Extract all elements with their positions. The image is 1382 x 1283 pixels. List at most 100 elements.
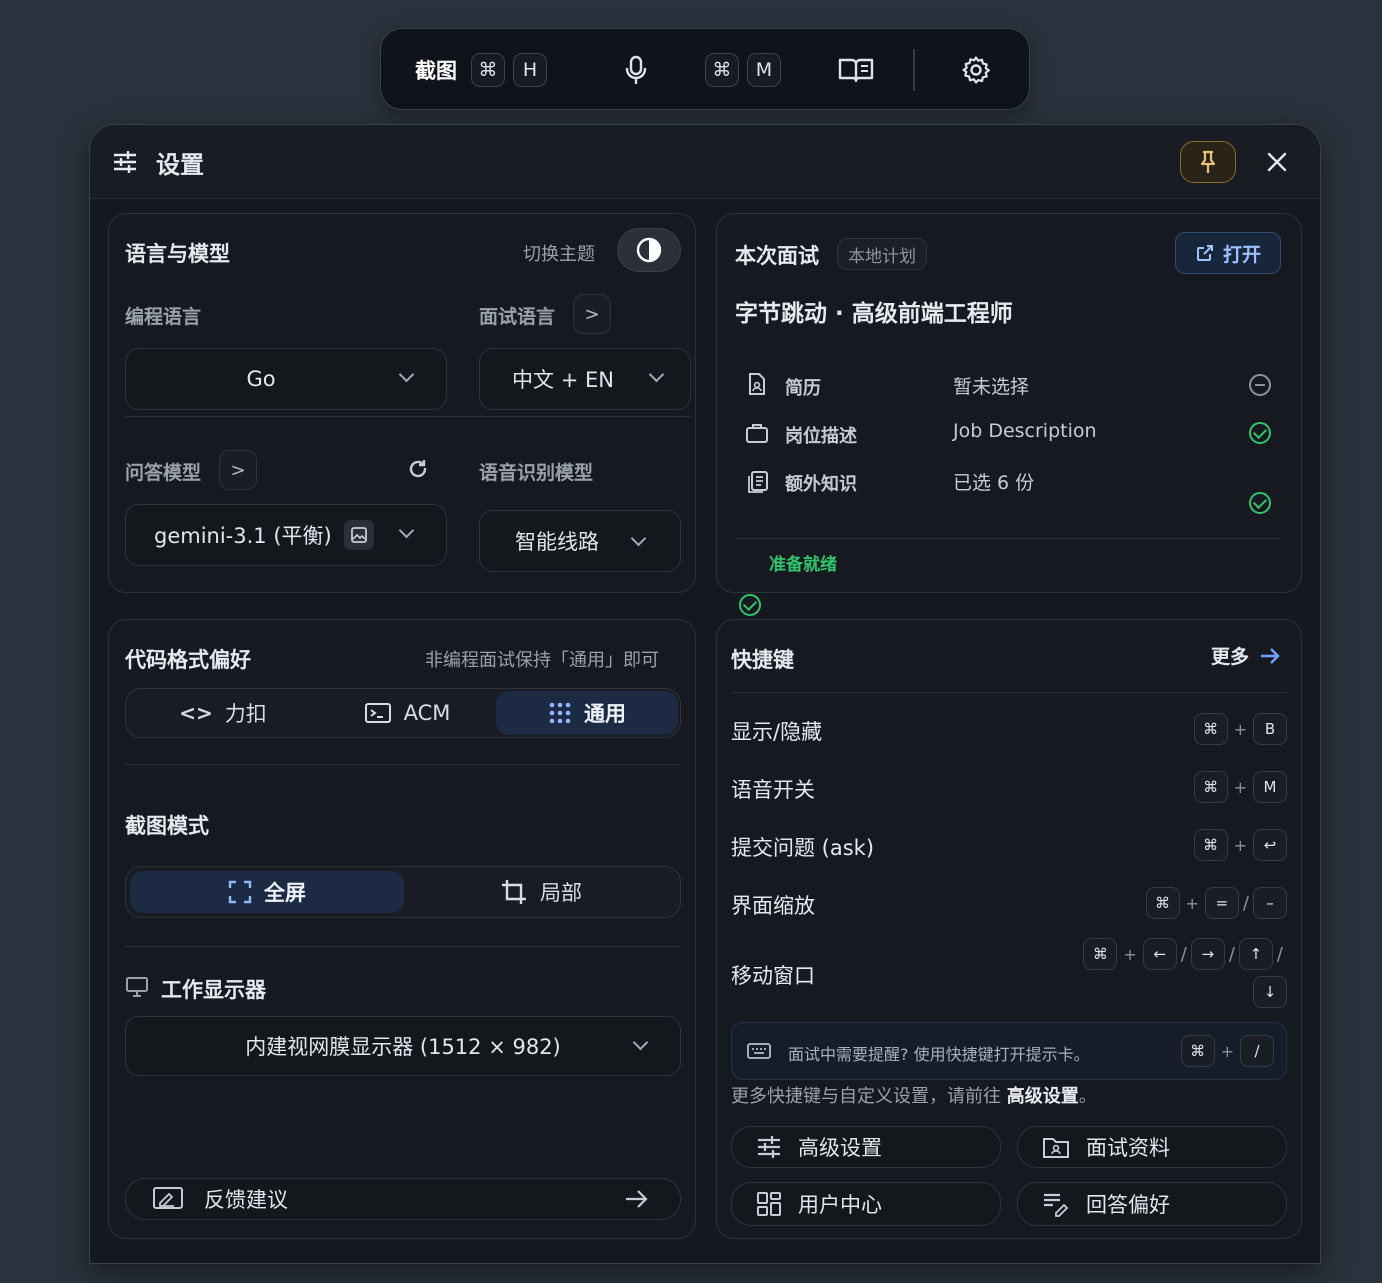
code-format-general[interactable]: 通用 xyxy=(496,691,678,735)
open-button[interactable]: 打开 xyxy=(1175,232,1281,274)
interview-card: 本次面试 本地计划 打开 字节跳动 · 高级前端工程师 简历 暂未选择 岗位描述… xyxy=(716,213,1302,616)
refresh-icon[interactable] xyxy=(407,458,429,484)
screenshot-label[interactable]: 截图 xyxy=(415,55,457,85)
arrow-right-icon xyxy=(1261,647,1280,664)
screenshot-group[interactable]: 截图 ⌘ H xyxy=(415,29,547,111)
pin-button[interactable] xyxy=(1180,141,1236,183)
book-icon[interactable] xyxy=(837,29,875,111)
section-divider xyxy=(125,764,681,765)
close-icon xyxy=(1267,152,1287,172)
shortcuts-card: 快捷键 更多 显示/隐藏 ⌘ + B 语音开关 ⌘ + M 提交问题 (ask) ⌘ + ↩… xyxy=(716,619,1302,1239)
slash-sign: / xyxy=(1180,943,1187,965)
monitor-icon xyxy=(125,976,149,1002)
contrast-icon xyxy=(636,237,662,263)
footer-text: 更多快捷键与自定义设置，请前往 xyxy=(731,1086,1001,1107)
close-button[interactable] xyxy=(1262,147,1292,177)
key-minus: – xyxy=(1253,887,1287,919)
interview-lang-select[interactable]: 中文 + EN xyxy=(479,348,691,410)
code-format-option-label: 力扣 xyxy=(224,702,267,726)
edit-list-icon xyxy=(1044,1193,1069,1217)
sliders-icon xyxy=(758,1136,780,1158)
prog-lang-value: Go xyxy=(246,367,276,391)
language-model-title: 语言与模型 xyxy=(125,242,230,266)
shortcut-row-label: 界面缩放 xyxy=(731,894,815,918)
extra-knowledge-value: 已选 6 份 xyxy=(953,472,1035,494)
key-cmd: ⌘ xyxy=(1083,938,1118,970)
check-circle-icon xyxy=(1249,422,1271,444)
voice-shortcut-group: ⌘ M xyxy=(705,29,781,111)
screenshot-mode-option-label: 全屏 xyxy=(264,881,306,905)
shortcut-m-key: M xyxy=(747,53,781,87)
answer-preference-button[interactable]: 回答偏好 xyxy=(1017,1182,1287,1226)
screenshot-mode-fullscreen[interactable]: 全屏 xyxy=(130,871,404,913)
microphone-icon[interactable] xyxy=(623,29,649,111)
shortcut-cmd-key: ⌘ xyxy=(471,53,505,87)
code-format-option-label: 通用 xyxy=(584,702,626,726)
screenshot-mode-segmented: 全屏 局部 xyxy=(125,866,681,918)
shortcuts-more-link[interactable]: 更多 xyxy=(1211,642,1281,669)
code-format-option-label: ACM xyxy=(403,701,451,725)
section-divider xyxy=(125,946,681,947)
document-icon xyxy=(747,372,767,400)
interview-materials-button[interactable]: 面试资料 xyxy=(1017,1126,1287,1168)
jd-value: Job Description xyxy=(953,420,1097,442)
theme-toggle-label: 切换主题 xyxy=(523,244,595,265)
asr-model-label: 语音识别模型 xyxy=(479,462,594,484)
slash-sign: / xyxy=(1228,943,1235,965)
minus-circle-icon xyxy=(1249,374,1271,396)
shortcuts-more-label: 更多 xyxy=(1211,646,1250,668)
key-right: → xyxy=(1190,938,1225,970)
plus-sign: + xyxy=(1233,777,1247,797)
top-toolbar: 截图 ⌘ H ⌘ M xyxy=(380,28,1030,110)
footer-suffix: 。 xyxy=(1078,1086,1097,1107)
feedback-button[interactable]: 反馈建议 xyxy=(125,1178,681,1220)
panel-title: 设置 xyxy=(156,151,204,179)
shortcut-row-label: 显示/隐藏 xyxy=(731,720,823,744)
key-cmd: ⌘ xyxy=(1193,713,1228,745)
shortcut-cmd-key: ⌘ xyxy=(705,53,739,87)
theme-toggle[interactable] xyxy=(617,228,681,272)
prog-lang-select[interactable]: Go xyxy=(125,348,447,410)
notes-icon xyxy=(747,470,769,498)
code-format-hint: 非编程面试保持「通用」即可 xyxy=(425,650,659,671)
asr-model-select[interactable]: 智能线路 xyxy=(479,510,681,572)
screenshot-mode-partial[interactable]: 局部 xyxy=(404,871,678,913)
resume-value: 暂未选择 xyxy=(953,376,1030,398)
chevron-down-icon xyxy=(398,366,415,383)
toolbar-divider xyxy=(913,49,915,91)
gear-icon[interactable] xyxy=(961,29,991,111)
language-model-card: 语言与模型 切换主题 编程语言 面试语言 > Go 中文 + EN 问答模型 >… xyxy=(108,213,696,593)
code-format-leetcode[interactable]: <> 力扣 xyxy=(126,689,320,737)
preferences-card: 代码格式偏好 非编程面试保持「通用」即可 <> 力扣 ACM 通用 截图模式 全… xyxy=(108,619,696,1239)
display-select[interactable]: 内建视网膜显示器 (1512 × 982) xyxy=(125,1016,681,1076)
asr-model-value: 智能线路 xyxy=(515,530,599,554)
qa-model-select[interactable]: gemini-3.1 (平衡) xyxy=(125,504,447,566)
grid-dots-icon xyxy=(549,702,571,724)
shortcut-h-key: H xyxy=(513,53,547,87)
qa-model-more-button[interactable]: > xyxy=(219,450,257,490)
ready-status: 准备就绪 xyxy=(769,555,837,575)
advanced-settings-label: 高级设置 xyxy=(798,1136,882,1160)
key-cmd: ⌘ xyxy=(1145,887,1180,919)
pin-icon xyxy=(1200,150,1216,173)
shortcut-move-keys: ⌘ + ← / → / ↑ / xyxy=(1083,938,1287,970)
plus-sign: + xyxy=(1233,835,1247,855)
advanced-settings-button[interactable]: 高级设置 xyxy=(731,1126,1001,1168)
key-cmd: ⌘ xyxy=(1180,1035,1215,1067)
interview-lang-label: 面试语言 xyxy=(479,306,556,328)
shortcut-row-label: 提交问题 (ask) xyxy=(731,836,875,860)
advanced-settings-link[interactable]: 高级设置 xyxy=(1007,1086,1079,1107)
settings-panel: 设置 语言与模型 切换主题 编程语言 面试语言 > Go 中文 + EN 问答模… xyxy=(89,124,1321,1264)
arrow-right-icon xyxy=(626,1190,648,1208)
key-left: ← xyxy=(1142,938,1177,970)
interview-lang-more-button[interactable]: > xyxy=(573,294,611,334)
interview-materials-label: 面试资料 xyxy=(1086,1136,1170,1160)
plus-sign: + xyxy=(1233,719,1247,739)
user-center-button[interactable]: 用户中心 xyxy=(731,1182,1001,1226)
screenshot-mode-option-label: 局部 xyxy=(540,881,582,905)
key-cmd: ⌘ xyxy=(1193,771,1228,803)
key-equals: = xyxy=(1204,887,1239,919)
shortcut-ask-keys: ⌘ + ↩ xyxy=(1193,829,1287,861)
code-format-acm[interactable]: ACM xyxy=(320,689,494,737)
qa-model-value: gemini-3.1 (平衡) xyxy=(154,524,332,548)
